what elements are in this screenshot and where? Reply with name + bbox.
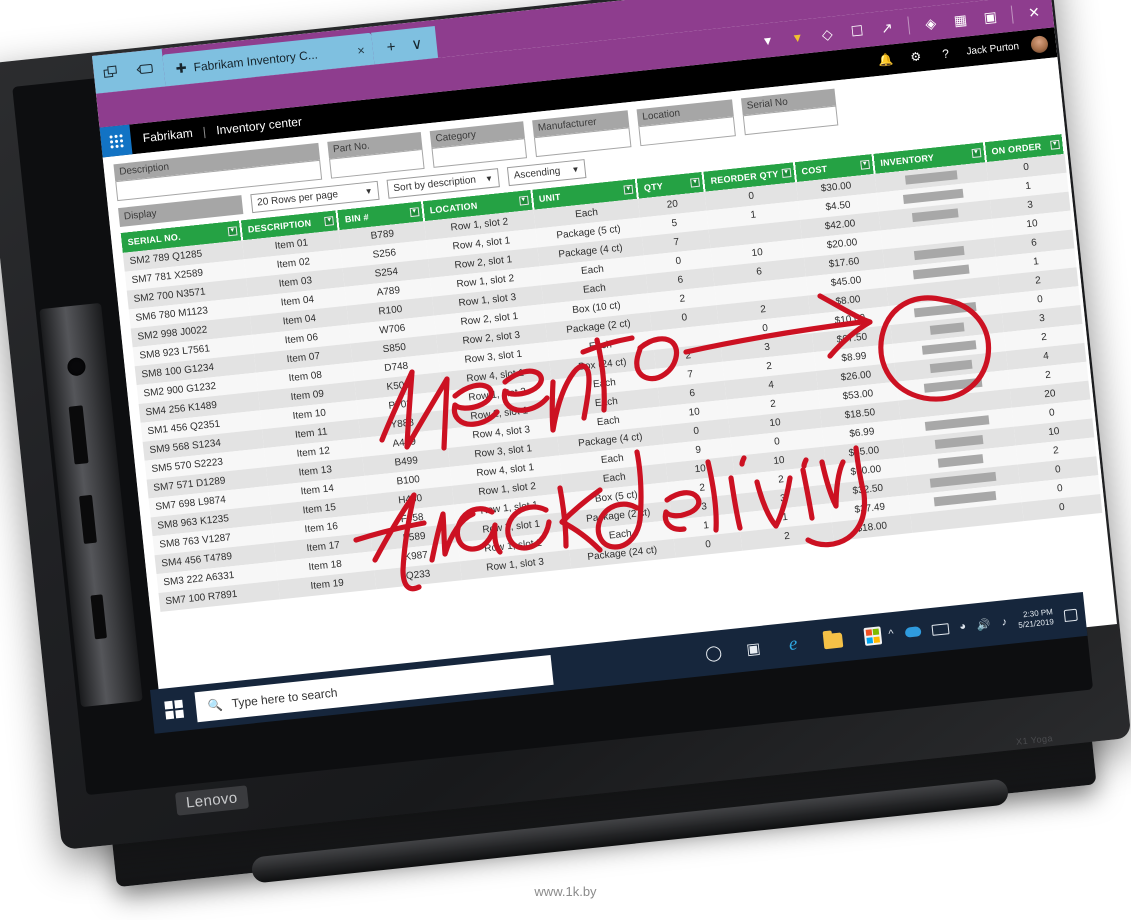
column-filter-icon[interactable]: ▼ [518,195,529,206]
column-filter-icon[interactable]: ▼ [1050,139,1061,150]
headphone-jack-icon [66,356,87,377]
inventory-bar [929,322,965,335]
inventory-bar [902,188,964,204]
close-icon[interactable]: × [356,42,365,58]
share-icon[interactable]: ↗ [878,18,897,37]
column-header-label: COST [801,163,828,177]
column-filter-icon[interactable]: ▼ [409,207,420,218]
chevron-down-icon: ▼ [571,164,580,175]
part-no-field: Part No. [327,132,425,179]
tag-icon[interactable]: ◇ [818,25,837,44]
category-field: Category [429,121,528,168]
new-tab-button[interactable]: + [386,38,396,56]
file-explorer-icon[interactable] [820,627,846,653]
inventory-bar [924,415,990,431]
help-icon[interactable]: ? [936,44,956,64]
toolbar-divider-2 [1010,5,1014,24]
avatar[interactable] [1030,34,1049,54]
inventory-bar [938,453,984,468]
pen-settings-icon[interactable]: ♪ [1001,616,1008,629]
cortana-icon[interactable]: ◯ [700,640,726,666]
filter-yellow-icon[interactable]: ▾ [788,28,807,47]
volume-icon[interactable]: 🔊 [976,617,991,631]
browser-tab-title: Fabrikam Inventory C... [192,47,319,75]
inventory-bar [923,377,983,393]
sort-by-value: Sort by description [392,174,477,195]
edge-icon[interactable]: e [780,631,806,657]
inventory-bar [933,490,997,507]
location-field: Location [636,99,736,147]
column-filter-icon[interactable]: ▼ [781,168,792,179]
search-icon: 🔍 [207,697,224,713]
user-name-label: Jack Purton [965,40,1020,58]
inventory-bar [912,264,970,280]
taskbar-clock[interactable]: 2:30 PM 5/21/2019 [1017,607,1054,631]
show-hidden-icons-chevron[interactable]: ^ [888,628,894,640]
sort-order-select[interactable]: Ascending ▼ [506,159,587,187]
hdmi-port-icon [68,405,89,465]
column-filter-icon[interactable]: ▼ [690,177,701,188]
breadcrumb-separator: | [202,124,207,139]
inventory-bar [904,170,958,185]
start-button[interactable] [150,685,198,733]
set-tabs-aside-icon[interactable] [103,65,120,81]
watermark: www.1k.by [534,884,597,899]
system-tray: ^ ◕ 🔊 ♪ 2:30 PM 5/21/2019 [888,604,1087,645]
pen-icon: ✚ [175,60,188,77]
column-filter-icon[interactable]: ▼ [324,216,335,227]
wifi-icon[interactable]: ◕ [959,620,967,633]
save-icon[interactable]: ▦ [951,11,970,30]
column-filter-icon[interactable]: ▼ [623,184,634,195]
rows-per-page-value: 20 Rows per page [256,189,339,209]
close-icon[interactable]: ✕ [1025,3,1044,22]
bell-icon[interactable]: 🔔 [876,50,896,70]
chevron-down-icon[interactable]: ∨ [410,34,423,53]
column-header-label: DESCRIPTION [247,218,312,235]
display-icon[interactable] [930,622,950,636]
screenshot-root: Lenovo X1 Yoga ✚ Fabrikam Inventory C...… [0,0,1131,920]
action-center-icon[interactable] [1063,608,1078,622]
gear-icon[interactable]: ⚙ [906,47,926,67]
column-header-label: UNIT [538,191,562,205]
page-title: Inventory center [215,114,303,138]
column-header-label: SERIAL NO. [127,231,182,248]
column-header-label: QTY [643,181,664,193]
task-view-icon[interactable]: ▣ [740,636,766,662]
column-filter-icon[interactable]: ▼ [971,148,982,159]
column-filter-icon[interactable]: ▼ [227,226,238,237]
brand-name[interactable]: Fabrikam [142,126,193,145]
chevron-down-icon: ▼ [484,173,494,184]
chevron-down-icon: ▼ [364,186,374,197]
usb-port-icon [79,494,97,544]
microsoft-store-icon[interactable] [860,623,886,649]
inventory-bar [911,208,959,222]
pin-icon[interactable]: ◈ [921,14,940,33]
inventory-bar [929,359,973,373]
serial-no-field: Serial No [740,88,839,136]
filter-red-icon[interactable]: ▾ [758,31,777,50]
inventory-bar [913,245,965,260]
tabs-you-set-aside-icon[interactable] [136,62,155,78]
inventory-bar [929,471,997,488]
column-header-label: ON ORDER [991,141,1042,157]
column-header-label: BIN # [344,211,370,225]
app-launcher-icon[interactable] [99,124,133,158]
comment-icon[interactable]: ☐ [848,22,867,41]
toolbar-divider [907,16,911,35]
archive-icon[interactable]: ▣ [981,8,1000,27]
inventory-bar [913,301,977,318]
column-filter-icon[interactable]: ▼ [860,159,870,170]
sort-order-value: Ascending [513,165,561,182]
search-placeholder: Type here to search [231,685,339,711]
inventory-bar [934,434,984,449]
column-header-label: LOCATION [429,200,478,216]
onedrive-icon[interactable] [904,626,922,638]
column-header-label: REORDER QTY [710,168,780,186]
inventory-bar [921,340,977,355]
windows-logo-icon [164,699,185,720]
usb-c-port-icon [90,594,107,640]
column-header-label: INVENTORY [879,152,935,169]
manufacturer-field: Manufacturer [532,110,632,158]
